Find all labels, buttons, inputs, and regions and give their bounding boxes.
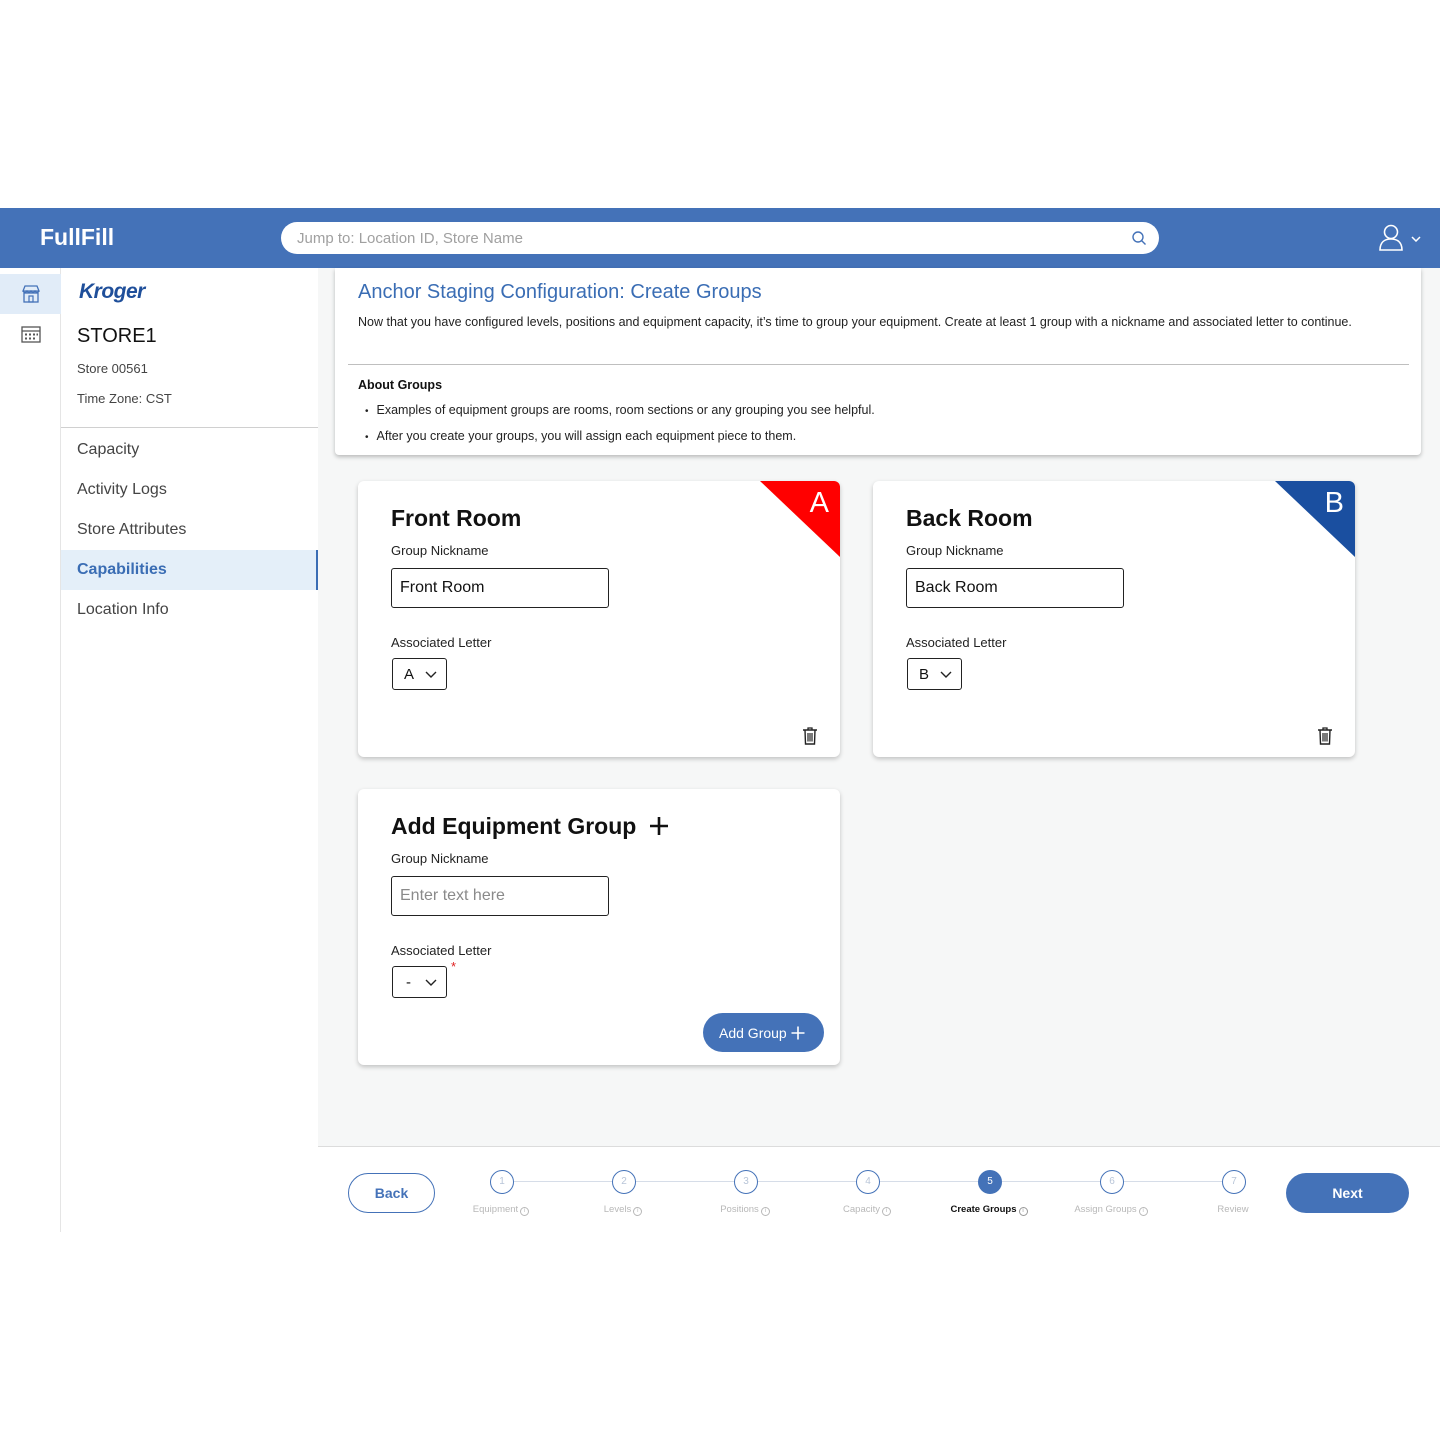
step-label: Assign Groups i	[1061, 1204, 1161, 1216]
associated-letter-value: B	[919, 666, 930, 683]
search-icon[interactable]	[1131, 230, 1147, 246]
icon-rail	[0, 268, 61, 1232]
add-group-card: Add Equipment Group Group Nickname Assoc…	[358, 789, 840, 1065]
calendar-icon	[21, 326, 41, 343]
associated-letter-label: Associated Letter	[391, 635, 492, 650]
info-icon[interactable]: i	[1138, 1207, 1148, 1216]
app-title: FullFill	[40, 224, 115, 250]
about-groups-heading: About Groups	[358, 378, 443, 392]
list-item: Examples of equipment groups are rooms, …	[365, 398, 875, 424]
group-title: Back Room	[906, 505, 1033, 531]
search-bar[interactable]	[281, 222, 1159, 254]
group-title: Front Room	[391, 505, 522, 531]
page-title: Anchor Staging Configuration: Create Gro…	[358, 281, 762, 303]
sidebar-item-location-info[interactable]: Location Info	[61, 590, 318, 630]
rail-store-button[interactable]	[0, 274, 61, 314]
add-group-button[interactable]: Add Group	[703, 1013, 824, 1052]
associated-letter-select[interactable]: A	[392, 658, 447, 690]
step-label: Positions i	[695, 1204, 795, 1216]
store-name: STORE1	[77, 325, 157, 347]
chevron-down-icon	[425, 979, 437, 986]
associated-letter-value: A	[404, 666, 415, 683]
info-icon[interactable]: i	[760, 1207, 770, 1216]
search-input[interactable]	[297, 222, 1117, 254]
add-group-title: Add Equipment Group	[391, 813, 669, 840]
group-corner-letter: B	[1324, 487, 1344, 519]
add-group-title-text: Add Equipment Group	[391, 813, 637, 839]
user-icon[interactable]	[1378, 223, 1404, 251]
chevron-down-icon[interactable]	[1411, 236, 1421, 242]
trash-icon[interactable]	[1317, 727, 1333, 745]
associated-letter-select[interactable]: B	[907, 658, 962, 690]
info-divider	[348, 364, 1409, 365]
step-review[interactable]: 7 Review	[1183, 1170, 1283, 1220]
step-label: Levels i	[573, 1204, 673, 1216]
add-group-button-label: Add Group	[719, 1025, 787, 1041]
plus-icon	[791, 1026, 805, 1040]
rail-calendar-button[interactable]	[0, 314, 61, 354]
user-menu[interactable]	[1378, 223, 1426, 253]
store-id: Store 00561	[77, 361, 148, 376]
required-marker: *	[451, 959, 457, 974]
group-nickname-label: Group Nickname	[906, 543, 1004, 558]
associated-letter-label: Associated Letter	[906, 635, 1007, 650]
associated-letter-label: Associated Letter	[391, 943, 492, 958]
group-nickname-input[interactable]	[391, 568, 609, 608]
info-icon[interactable]: i	[633, 1207, 643, 1216]
chevron-down-icon	[425, 671, 437, 678]
list-item: After you create your groups, you will a…	[365, 424, 875, 450]
group-nickname-label: Group Nickname	[391, 543, 489, 558]
page-description: Now that you have configured levels, pos…	[358, 315, 1352, 329]
step-number: 5	[978, 1170, 1002, 1194]
wizard-footer: Back 1 Equipment i 2 Levels i 3 Positions i…	[318, 1146, 1440, 1232]
info-panel: Anchor Staging Configuration: Create Gro…	[335, 268, 1421, 455]
back-button[interactable]: Back	[348, 1173, 435, 1213]
step-positions[interactable]: 3 Positions i	[695, 1170, 795, 1220]
step-create-groups[interactable]: 5 Create Groups i	[939, 1170, 1039, 1220]
associated-letter-value: -	[406, 974, 411, 991]
step-equipment[interactable]: 1 Equipment i	[451, 1170, 551, 1220]
chevron-down-icon	[940, 671, 952, 678]
step-number: 1	[490, 1170, 514, 1194]
step-number: 2	[612, 1170, 636, 1194]
info-icon[interactable]: i	[520, 1207, 530, 1216]
group-corner-letter: A	[809, 487, 829, 519]
info-icon[interactable]: i	[881, 1207, 891, 1216]
store-icon	[22, 285, 40, 303]
step-number: 3	[734, 1170, 758, 1194]
group-nickname-input[interactable]	[906, 568, 1124, 608]
group-card-back-room: B Back Room Group Nickname Associated Le…	[873, 481, 1355, 757]
sidebar-item-activity-logs[interactable]: Activity Logs	[61, 470, 318, 510]
group-card-front-room: A Front Room Group Nickname Associated L…	[358, 481, 840, 757]
step-assign-groups[interactable]: 6 Assign Groups i	[1061, 1170, 1161, 1220]
info-icon[interactable]: i	[1018, 1207, 1028, 1216]
step-label: Equipment i	[451, 1204, 551, 1216]
step-label: Create Groups i	[939, 1204, 1039, 1216]
step-label: Capacity i	[817, 1204, 917, 1216]
top-bar: FullFill	[0, 208, 1440, 268]
kroger-logo: Kroger	[79, 280, 145, 303]
app-window: FullFill Jump to: Location ID, Store Nam…	[0, 208, 1440, 1232]
step-number: 7	[1222, 1170, 1246, 1194]
sidebar-item-capabilities[interactable]: Capabilities	[61, 550, 318, 590]
store-time-zone: Time Zone: CST	[77, 391, 172, 406]
main-content: Anchor Staging Configuration: Create Gro…	[318, 268, 1440, 1232]
sidebar-item-capacity[interactable]: Capacity	[61, 430, 318, 470]
step-number: 6	[1100, 1170, 1124, 1194]
step-capacity[interactable]: 4 Capacity i	[817, 1170, 917, 1220]
sidebar: Kroger STORE1 Store 00561 Time Zone: CST…	[61, 268, 318, 1232]
sidebar-divider	[61, 427, 318, 428]
step-label: Review	[1217, 1204, 1249, 1215]
trash-icon[interactable]	[802, 727, 818, 745]
new-group-letter-select[interactable]: -	[392, 966, 447, 998]
step-number: 4	[856, 1170, 880, 1194]
next-button[interactable]: Next	[1286, 1173, 1409, 1213]
group-nickname-label: Group Nickname	[391, 851, 489, 866]
new-group-nickname-input[interactable]	[391, 876, 609, 916]
plus-icon[interactable]	[649, 816, 669, 836]
step-levels[interactable]: 2 Levels i	[573, 1170, 673, 1220]
about-groups-list: Examples of equipment groups are rooms, …	[365, 398, 875, 450]
sidebar-item-store-attributes[interactable]: Store Attributes	[61, 510, 318, 550]
